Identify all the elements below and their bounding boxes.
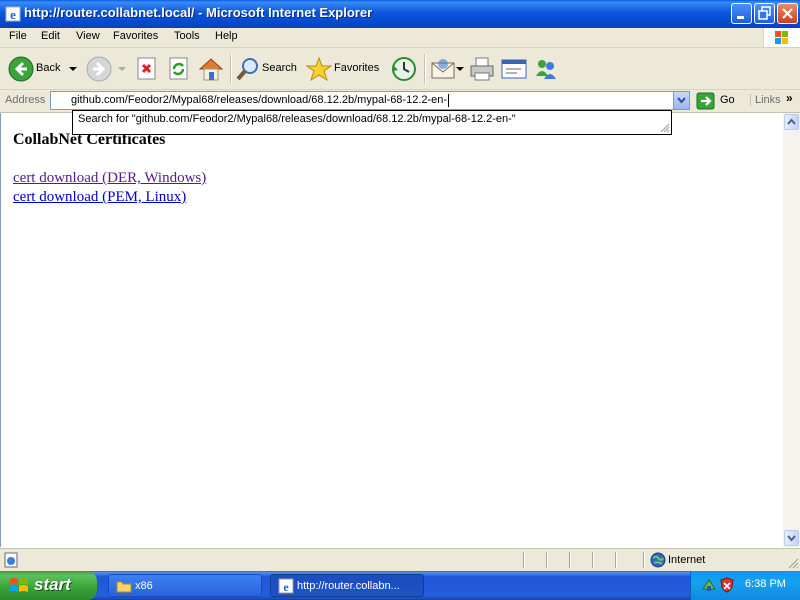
title-bar[interactable]: e http://router.collabnet.local/ - Micro…	[0, 0, 800, 28]
clock: 6:38 PM	[745, 578, 786, 590]
svg-text:e: e	[10, 7, 16, 22]
chevron-down-icon	[677, 97, 686, 104]
address-input-text[interactable]: github.com/Feodor2/Mypal68/releases/down…	[71, 94, 447, 106]
chevron-down-icon	[118, 67, 126, 71]
menu-favorites[interactable]: Favorites	[113, 30, 158, 42]
history-button[interactable]	[390, 54, 418, 84]
security-zone-label: Internet	[668, 554, 706, 566]
printer-icon	[470, 57, 494, 81]
star-icon	[306, 56, 332, 82]
address-label: Address	[5, 94, 46, 106]
windows-flag-icon	[775, 31, 788, 44]
refresh-icon	[169, 57, 188, 80]
home-icon	[198, 58, 224, 81]
minimize-icon	[737, 16, 744, 19]
address-autocomplete-popup[interactable]: Search for "github.com/Feodor2/Mypal68/r…	[72, 110, 672, 135]
mail-icon	[431, 59, 455, 79]
svg-text:e: e	[283, 580, 289, 594]
system-tray: 6:38 PM	[690, 571, 800, 600]
chevron-down-icon[interactable]	[456, 67, 464, 73]
start-label: start	[34, 575, 71, 594]
links-label[interactable]: Links	[750, 94, 781, 106]
refresh-button[interactable]	[166, 54, 192, 84]
size-grip-icon[interactable]	[785, 555, 799, 569]
forward-arrow-icon	[86, 56, 112, 82]
status-divider	[592, 552, 594, 568]
taskbar-item-x86[interactable]: x86	[108, 574, 262, 597]
folder-icon	[116, 581, 132, 593]
status-divider	[615, 552, 617, 568]
page-status-icon	[4, 552, 18, 568]
taskbar-item-ie[interactable]: e http://router.collabn...	[270, 574, 424, 597]
favorites-button[interactable]: Favorites	[306, 54, 384, 84]
search-button[interactable]: Search	[235, 54, 301, 84]
ie-page-icon: e	[278, 578, 294, 594]
windows-flag-icon	[10, 578, 28, 592]
status-divider	[546, 552, 548, 568]
close-icon	[782, 8, 793, 19]
menu-file[interactable]: File	[9, 30, 27, 42]
home-button[interactable]	[197, 54, 225, 84]
cert-download-der-link[interactable]: cert download (DER, Windows)	[13, 170, 206, 187]
back-button[interactable]: Back	[6, 54, 80, 84]
text-caret	[448, 94, 449, 107]
edit-page-icon	[501, 59, 527, 79]
cert-download-pem-link[interactable]: cert download (PEM, Linux)	[13, 189, 186, 206]
vertical-scrollbar[interactable]	[783, 113, 800, 547]
standard-toolbar: Back Search Favorites	[0, 48, 800, 90]
restore-button[interactable]	[754, 3, 775, 24]
stop-button[interactable]	[134, 54, 160, 84]
network-icon[interactable]	[701, 577, 717, 593]
scroll-up-button[interactable]	[784, 114, 799, 130]
autocomplete-search-suggestion[interactable]: Search for "github.com/Feodor2/Mypal68/r…	[78, 113, 516, 125]
back-arrow-icon	[8, 56, 34, 82]
menu-help[interactable]: Help	[215, 30, 238, 42]
windows-logo	[763, 28, 800, 47]
messenger-button[interactable]	[532, 54, 560, 84]
start-button[interactable]: start	[0, 571, 97, 600]
window-title: http://router.collabnet.local/ - Microso…	[24, 5, 373, 20]
minimize-button[interactable]	[731, 3, 752, 24]
arrow-down-icon	[787, 535, 796, 542]
restore-icon	[758, 6, 771, 20]
address-dropdown-button[interactable]	[673, 92, 689, 109]
chevron-down-icon[interactable]	[69, 67, 77, 73]
messenger-icon	[536, 60, 556, 79]
address-field[interactable]: github.com/Feodor2/Mypal68/releases/down…	[50, 91, 690, 110]
resize-grip-icon[interactable]	[658, 121, 670, 133]
status-bar: Internet	[0, 548, 800, 571]
page-content: CollabNet Certificates cert download (DE…	[0, 113, 784, 547]
forward-button[interactable]	[86, 54, 128, 84]
scroll-down-button[interactable]	[784, 530, 799, 546]
mail-button[interactable]	[430, 54, 464, 84]
taskbar: start x86 e http://router.collabn... 6:3…	[0, 571, 800, 600]
print-button[interactable]	[468, 54, 496, 84]
internet-globe-icon	[650, 552, 666, 568]
links-overflow-icon[interactable]: »	[786, 91, 793, 105]
edit-button[interactable]	[500, 54, 528, 84]
status-divider	[569, 552, 571, 568]
stop-icon	[137, 57, 156, 80]
close-button[interactable]	[777, 3, 798, 24]
ie-logo-icon: e	[5, 6, 21, 22]
menu-tools[interactable]: Tools	[174, 30, 200, 42]
security-shield-icon[interactable]	[719, 577, 735, 593]
search-icon	[236, 58, 258, 81]
status-divider	[643, 552, 645, 568]
go-arrow-icon	[696, 92, 715, 110]
history-icon	[392, 57, 416, 81]
go-button[interactable]: Go	[696, 92, 744, 110]
arrow-up-icon	[787, 118, 796, 125]
menu-bar: File Edit View Favorites Tools Help	[0, 28, 800, 48]
toolbar-separator	[230, 54, 232, 84]
menu-view[interactable]: View	[76, 30, 100, 42]
menu-edit[interactable]: Edit	[41, 30, 60, 42]
status-divider	[523, 552, 525, 568]
toolbar-separator	[424, 54, 426, 84]
